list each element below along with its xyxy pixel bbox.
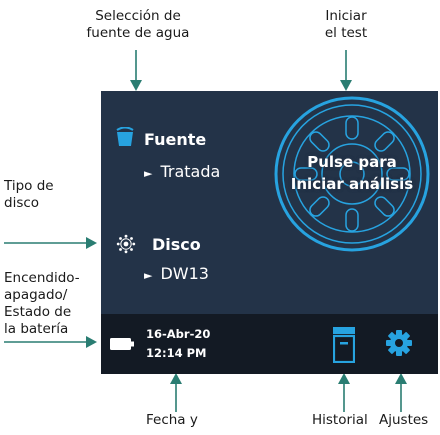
callout-water-source: Selección de fuente de agua	[68, 8, 208, 42]
arrow-date	[170, 373, 182, 412]
callout-power-line1: Encendido-	[4, 270, 80, 286]
callout-start-test-line2: el test	[324, 25, 368, 41]
archive-icon[interactable]	[333, 327, 355, 363]
disc-icon	[116, 234, 136, 254]
selector-arrow-icon: ►	[144, 167, 153, 180]
callout-disc-type: Tipo de disco	[4, 178, 54, 212]
callout-date: Fecha y	[146, 412, 198, 428]
device-screen: Fuente ► Tratada Disco ► DW13 Pulse para…	[101, 91, 438, 374]
start-analysis-line1: Pulse para	[307, 153, 397, 171]
callout-disc-type-line1: Tipo de	[4, 178, 54, 194]
status-time: 12:14 PM	[146, 346, 207, 360]
start-analysis-line2: Iniciar análisis	[290, 175, 414, 193]
arrow-power	[4, 336, 97, 348]
callout-water-source-line2: fuente de agua	[86, 25, 190, 41]
status-bar: 16-Abr-20 12:14 PM	[101, 314, 438, 374]
bucket-icon	[116, 127, 134, 146]
arrow-start-test	[340, 50, 352, 91]
disc-label: Disco	[152, 235, 201, 254]
callout-power-line2: apagado/	[4, 287, 68, 303]
water-source-selector[interactable]: Fuente ► Tratada	[101, 116, 241, 186]
callout-power-line3: Estado de	[4, 304, 72, 320]
arrow-disc-type	[4, 237, 97, 249]
start-analysis-label: Pulse para Iniciar análisis	[271, 151, 433, 195]
arrow-settings	[395, 373, 407, 412]
callout-power-battery: Encendido- apagado/ Estado de la batería	[4, 270, 80, 338]
arrow-history	[338, 373, 350, 412]
battery-icon[interactable]	[110, 338, 134, 350]
callout-start-test-line1: Iniciar	[325, 8, 367, 24]
status-date: 16-Abr-20	[146, 327, 211, 341]
callout-disc-type-line2: disco	[4, 195, 40, 211]
callout-history: Historial	[312, 412, 368, 428]
gear-icon[interactable]	[385, 329, 413, 357]
start-analysis-button[interactable]: Pulse para Iniciar análisis	[271, 93, 433, 255]
disc-value: ► DW13	[144, 264, 209, 283]
callout-water-source-line1: Selección de	[95, 8, 181, 24]
selector-arrow-icon: ►	[144, 269, 153, 282]
source-value: ► Tratada	[144, 162, 220, 181]
callout-settings: Ajustes	[379, 412, 429, 428]
source-label: Fuente	[144, 130, 207, 149]
arrow-water-source	[130, 50, 142, 91]
disc-value-text: DW13	[160, 264, 209, 283]
callout-start-test: Iniciar el test	[310, 8, 382, 42]
disc-type-selector[interactable]: Disco ► DW13	[101, 226, 241, 286]
source-value-text: Tratada	[160, 162, 221, 181]
